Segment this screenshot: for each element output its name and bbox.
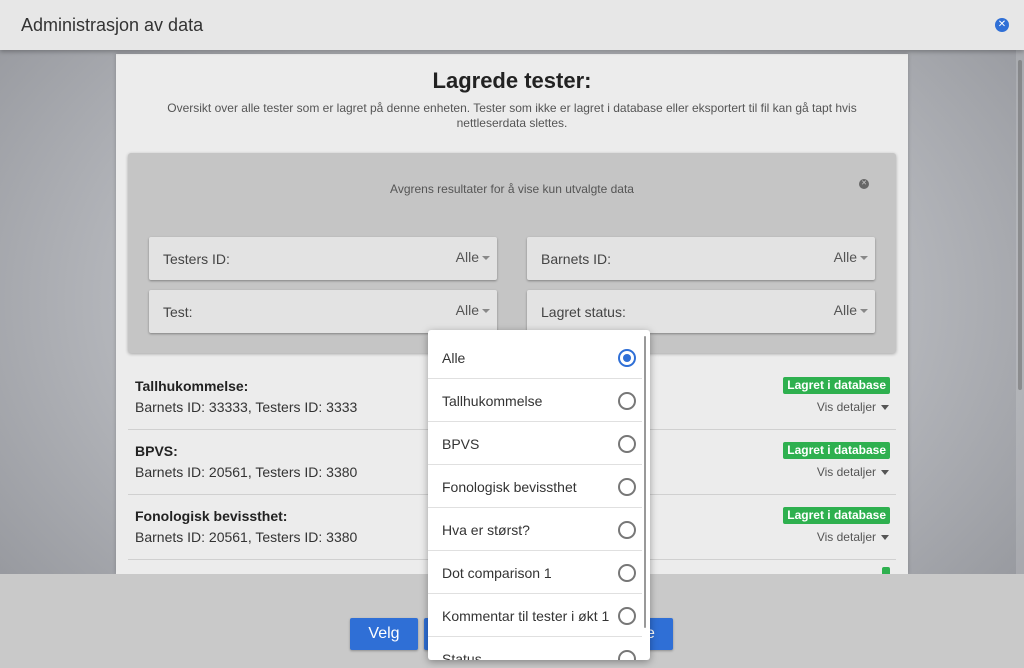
- select-label: Lagret status:: [541, 304, 626, 320]
- radio-icon[interactable]: [618, 435, 636, 453]
- select-button[interactable]: Velg: [350, 618, 418, 650]
- select-value: Alle: [833, 249, 857, 265]
- dropdown-option[interactable]: Hva er størst?: [428, 508, 642, 551]
- radio-icon[interactable]: [618, 478, 636, 496]
- option-label: BPVS: [442, 436, 480, 452]
- page-title: Lagrede tester:: [432, 68, 592, 93]
- select-value: Alle: [455, 302, 479, 318]
- radio-icon[interactable]: [618, 392, 636, 410]
- radio-icon[interactable]: [618, 607, 636, 625]
- option-label: Hva er størst?: [442, 522, 530, 538]
- caret-down-icon[interactable]: [881, 405, 889, 410]
- status-badge: Lagret i database: [783, 507, 890, 524]
- dropdown-option[interactable]: Status: [428, 637, 642, 660]
- status-badge: Lagret i database: [783, 442, 890, 459]
- dropdown-option[interactable]: Alle: [428, 336, 642, 379]
- caret-down-icon: [482, 309, 490, 313]
- status-badge: Lagret i database: [783, 377, 890, 394]
- filter-box: Avgrens resultater for å vise kun utvalg…: [128, 153, 896, 353]
- test-info: Barnets ID: 20561, Testers ID: 3380: [135, 464, 358, 480]
- dropdown-option[interactable]: Fonologisk bevissthet: [428, 465, 642, 508]
- test-select[interactable]: Test: Alle: [149, 290, 497, 333]
- select-label: Test:: [163, 304, 193, 320]
- radio-icon[interactable]: [618, 564, 636, 582]
- caret-down-icon: [482, 256, 490, 260]
- testers-id-select[interactable]: Testers ID: Alle: [149, 237, 497, 280]
- select-label: Barnets ID:: [541, 251, 612, 267]
- option-label: Status: [442, 651, 482, 660]
- dropdown-scrollbar[interactable]: [644, 336, 646, 628]
- barnets-id-select[interactable]: Barnets ID: Alle: [527, 237, 875, 280]
- caret-down-icon: [860, 256, 868, 260]
- caret-down-icon[interactable]: [881, 535, 889, 540]
- select-value: Alle: [455, 249, 479, 265]
- select-label: Testers ID:: [163, 251, 230, 267]
- window-title: Administrasjon av data: [21, 14, 204, 35]
- status-badge: [882, 567, 890, 574]
- filter-caption: Avgrens resultater for å vise kun utvalg…: [390, 182, 634, 196]
- dropdown-option[interactable]: BPVS: [428, 422, 642, 465]
- window-titlebar: Administrasjon av data ✕: [0, 0, 1024, 50]
- select-value: Alle: [833, 302, 857, 318]
- option-label: Dot comparison 1: [442, 565, 552, 581]
- show-details-link[interactable]: Vis detaljer: [817, 530, 876, 544]
- test-dropdown-menu: Alle Tallhukommelse BPVS Fonologisk bevi…: [428, 330, 650, 660]
- test-name: Tallhukommelse:: [135, 378, 249, 394]
- test-name: Fonologisk bevissthet:: [135, 508, 288, 524]
- test-info: Barnets ID: 33333, Testers ID: 3333: [135, 399, 358, 415]
- show-details-link[interactable]: Vis detaljer: [817, 400, 876, 414]
- dropdown-option[interactable]: Kommentar til tester i økt 1: [428, 594, 642, 637]
- dropdown-option[interactable]: Tallhukommelse: [428, 379, 642, 422]
- caret-down-icon[interactable]: [881, 470, 889, 475]
- test-info: Barnets ID: 20561, Testers ID: 3380: [135, 529, 358, 545]
- close-icon[interactable]: ✕: [995, 18, 1009, 32]
- page-scrollbar-thumb[interactable]: [1018, 60, 1022, 390]
- dropdown-option[interactable]: Dot comparison 1: [428, 551, 642, 594]
- test-name: BPVS:: [135, 443, 178, 459]
- option-label: Tallhukommelse: [442, 393, 543, 409]
- filter-close-icon[interactable]: ✕: [859, 179, 869, 189]
- saved-status-select[interactable]: Lagret status: Alle: [527, 290, 875, 333]
- caret-down-icon: [860, 309, 868, 313]
- option-label: Fonologisk bevissthet: [442, 479, 577, 495]
- page-description: Oversikt over alle tester som er lagret …: [167, 101, 857, 130]
- radio-icon[interactable]: [618, 650, 636, 660]
- radio-checked-icon[interactable]: [618, 349, 636, 367]
- option-label: Alle: [442, 350, 466, 366]
- option-label: Kommentar til tester i økt 1: [442, 608, 610, 624]
- radio-icon[interactable]: [618, 521, 636, 539]
- show-details-link[interactable]: Vis detaljer: [817, 465, 876, 479]
